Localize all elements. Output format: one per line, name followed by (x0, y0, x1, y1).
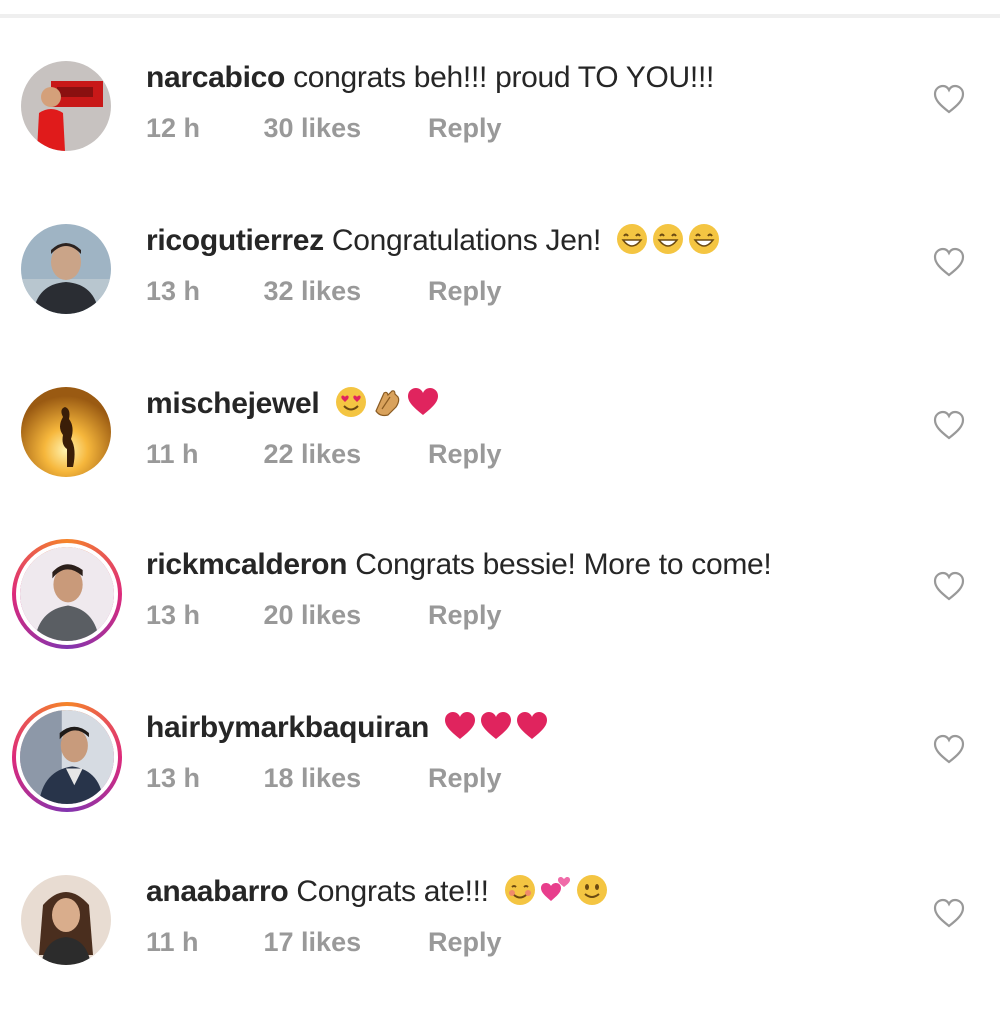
top-divider (0, 14, 1000, 18)
comment-item: mischejewel 11 h 22 likes Reply (0, 384, 1000, 534)
avatar-story-ring[interactable] (12, 702, 122, 812)
reply-button[interactable]: Reply (428, 113, 502, 144)
comment-username[interactable]: ricogutierrez (146, 224, 324, 257)
avatar-image (21, 875, 111, 965)
avatar-image (16, 543, 118, 645)
grinning-face-emoji (615, 222, 649, 256)
two-hearts-emoji (539, 873, 573, 907)
comment-meta: 12 h 30 likes Reply (146, 113, 502, 144)
comment-line: ricogutierrez Congratulations Jen! (146, 221, 721, 261)
comment-item: hairbymarkbaquiran 13 h 18 likes Reply (0, 702, 1000, 858)
like-heart-icon[interactable] (932, 246, 966, 278)
red-heart-emoji (443, 709, 477, 743)
comment-username[interactable]: anaabarro (146, 875, 289, 908)
comment-time[interactable]: 12 h (146, 113, 256, 144)
comment-meta: 13 h 20 likes Reply (146, 600, 502, 631)
comment-likes[interactable]: 30 likes (264, 113, 421, 144)
comment-item: anaabarro Congrats ate!!! 11 h 17 likes … (0, 872, 1000, 1022)
comment-time[interactable]: 13 h (146, 276, 256, 307)
like-heart-icon[interactable] (932, 897, 966, 929)
comment-username[interactable]: rickmcalderon (146, 548, 348, 581)
comment-line: anaabarro Congrats ate!!! (146, 872, 609, 912)
comment-item: rickmcalderon Congrats bessie! More to c… (0, 539, 1000, 695)
emoji-group (443, 709, 549, 743)
blushing-face-emoji (503, 873, 537, 907)
avatar-image (21, 61, 111, 151)
comment-time[interactable]: 13 h (146, 600, 256, 631)
comment-meta: 13 h 18 likes Reply (146, 763, 502, 794)
comment-likes[interactable]: 20 likes (264, 600, 421, 631)
red-heart-emoji (406, 385, 440, 419)
comment-time[interactable]: 13 h (146, 763, 256, 794)
comment-likes[interactable]: 18 likes (264, 763, 421, 794)
comment-username[interactable]: mischejewel (146, 387, 320, 420)
comment-text: Congrats bessie! More to come! (355, 548, 772, 581)
comment-meta: 11 h 22 likes Reply (146, 439, 502, 470)
grinning-face-emoji (651, 222, 685, 256)
comment-meta: 13 h 32 likes Reply (146, 276, 502, 307)
avatar-image (21, 387, 111, 477)
avatar[interactable] (18, 384, 114, 480)
comment-time[interactable]: 11 h (146, 927, 256, 958)
reply-button[interactable]: Reply (428, 600, 502, 631)
avatar-image (21, 224, 111, 314)
comment-username[interactable]: narcabico (146, 61, 285, 94)
comment-item: narcabico congrats beh!!! proud TO YOU!!… (0, 58, 1000, 208)
comment-item: ricogutierrez Congratulations Jen! 13 h … (0, 221, 1000, 371)
comment-meta: 11 h 17 likes Reply (146, 927, 502, 958)
reply-button[interactable]: Reply (428, 927, 502, 958)
heart-eyes-face-emoji (334, 385, 368, 419)
like-heart-icon[interactable] (932, 409, 966, 441)
reply-button[interactable]: Reply (428, 763, 502, 794)
comment-text: congrats beh!!! proud TO YOU!!! (293, 61, 715, 94)
like-heart-icon[interactable] (932, 733, 966, 765)
comment-line: hairbymarkbaquiran (146, 708, 549, 748)
comment-line: mischejewel (146, 384, 440, 424)
emoji-group (334, 385, 440, 419)
comment-likes[interactable]: 32 likes (264, 276, 421, 307)
comment-text: Congratulations Jen! (331, 224, 602, 257)
reply-button[interactable]: Reply (428, 276, 502, 307)
like-heart-icon[interactable] (932, 83, 966, 115)
reply-button[interactable]: Reply (428, 439, 502, 470)
comment-line: narcabico congrats beh!!! proud TO YOU!!… (146, 58, 714, 98)
grinning-face-emoji (687, 222, 721, 256)
avatar-story-ring[interactable] (12, 539, 122, 649)
avatar-image (16, 706, 118, 808)
comment-likes[interactable]: 22 likes (264, 439, 421, 470)
avatar[interactable] (18, 221, 114, 317)
clapping-hands-emoji (370, 385, 404, 419)
comment-likes[interactable]: 17 likes (264, 927, 421, 958)
emoji-group (615, 222, 721, 256)
like-heart-icon[interactable] (932, 570, 966, 602)
red-heart-emoji (479, 709, 513, 743)
avatar[interactable] (18, 872, 114, 968)
red-heart-emoji (515, 709, 549, 743)
comment-text: Congrats ate!!! (296, 875, 489, 908)
comment-line: rickmcalderon Congrats bessie! More to c… (146, 545, 772, 585)
comment-time[interactable]: 11 h (146, 439, 256, 470)
avatar[interactable] (18, 58, 114, 154)
smiling-face-emoji (575, 873, 609, 907)
emoji-group (503, 873, 609, 907)
comment-username[interactable]: hairbymarkbaquiran (146, 711, 429, 744)
